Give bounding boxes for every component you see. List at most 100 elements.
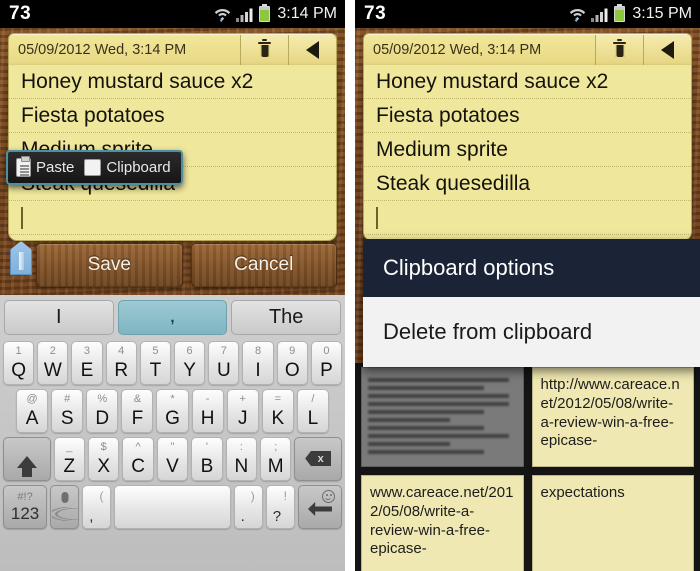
key-y[interactable]: 6Y	[174, 341, 206, 385]
key-sup: 1	[15, 345, 22, 357]
key-sup: 8	[254, 345, 262, 357]
enter-icon	[307, 502, 332, 516]
voice-input-key[interactable]	[50, 485, 80, 529]
backspace-key[interactable]: x	[294, 437, 342, 481]
key-label: Z	[63, 456, 76, 477]
symbols-key-label: 123	[10, 503, 40, 523]
dialog-title: Clipboard options	[363, 239, 700, 297]
back-button[interactable]	[643, 34, 691, 65]
period-key[interactable]: ) .	[233, 485, 263, 529]
key-b[interactable]: ' B	[191, 437, 223, 481]
key-p[interactable]: 0P	[310, 341, 343, 385]
key-d[interactable]: % D	[86, 389, 119, 433]
question-key[interactable]: ! ?	[265, 485, 295, 529]
key-g[interactable]: * G	[156, 389, 189, 433]
key-x[interactable]: $ X	[87, 437, 120, 481]
note-line: Honey mustard sauce x2	[364, 65, 691, 99]
enter-key[interactable]	[297, 485, 343, 529]
key-s[interactable]: # S	[51, 389, 84, 433]
key-label: V	[166, 456, 179, 477]
key-label: R	[114, 360, 129, 381]
back-arrow-icon	[661, 40, 674, 59]
note-body[interactable]: Honey mustard sauce x2 Fiesta potatoes M…	[363, 65, 692, 241]
clipboard-items-grid[interactable]: http://www.careace.net/2012/05/08/write-…	[355, 363, 700, 571]
key-o[interactable]: 9O	[276, 341, 308, 385]
key-t[interactable]: 5T	[139, 341, 171, 385]
key-n[interactable]: :N	[225, 437, 258, 481]
clipboard-options-dialog[interactable]: Clipboard options Delete from clipboard	[363, 239, 700, 367]
key-e[interactable]: 3E	[71, 341, 103, 385]
status-bar-label: 73	[364, 3, 387, 24]
save-button[interactable]: Save	[36, 243, 183, 287]
shift-key[interactable]	[3, 437, 51, 481]
key-sup: (	[99, 489, 104, 503]
cancel-label: Cancel	[234, 254, 294, 275]
suggestion-item[interactable]: I	[4, 300, 114, 335]
key-j[interactable]: + J	[226, 389, 259, 433]
symbols-key[interactable]: #!? 123	[3, 485, 48, 529]
panel-divider	[345, 0, 355, 571]
clipboard-item-text[interactable]: http://www.careace.net/2012/05/08/write-…	[531, 367, 694, 467]
key-f[interactable]: & F	[121, 389, 154, 433]
key-h[interactable]: -H	[191, 389, 224, 433]
blur-line	[368, 442, 450, 446]
key-a[interactable]: @ A	[16, 389, 49, 433]
key-w[interactable]: 2W	[37, 341, 69, 385]
key-v[interactable]: " V	[156, 437, 189, 481]
suggestion-bar[interactable]: I , The	[2, 298, 343, 339]
note-line: Fiesta potatoes	[9, 99, 336, 133]
comma-key[interactable]: ( ,	[82, 485, 112, 529]
blur-line	[368, 378, 510, 382]
paste-menu-item[interactable]: Paste	[16, 156, 74, 177]
key-label: W	[43, 360, 62, 381]
key-sup: +	[239, 393, 246, 405]
suggestion-item-selected[interactable]: ,	[117, 300, 228, 335]
key-u[interactable]: 7U	[208, 341, 240, 385]
key-sup: 9	[289, 345, 296, 357]
suggestion-item[interactable]: The	[231, 300, 342, 335]
key-label: O	[284, 360, 300, 381]
key-l[interactable]: / L	[296, 389, 329, 433]
space-key[interactable]	[114, 485, 231, 529]
key-m[interactable]: ; M	[260, 437, 292, 481]
key-r[interactable]: 4R	[105, 341, 137, 385]
key-sup: $	[100, 441, 107, 453]
note-line-text: Steak quesedilla	[376, 171, 531, 195]
delete-note-button[interactable]	[240, 34, 288, 65]
delete-note-button[interactable]	[595, 34, 643, 65]
paste-clipboard-popup[interactable]: Paste Clipboard	[6, 150, 183, 185]
cancel-button[interactable]: Cancel	[190, 243, 337, 287]
suggestion-label: ,	[170, 309, 175, 326]
clipboard-item-image[interactable]	[361, 367, 524, 467]
wifi-icon	[570, 8, 586, 22]
key-k[interactable]: = K	[261, 389, 294, 433]
note-line-text: Fiesta potatoes	[376, 103, 520, 127]
key-label: X	[97, 456, 111, 477]
onscreen-keyboard[interactable]: I , The 1Q 2W 3E 4R 5T 6Y 7U 8I 9O 0P @ …	[0, 295, 345, 571]
key-label: I	[255, 360, 261, 381]
key-sup: '	[205, 441, 208, 453]
back-button[interactable]	[288, 34, 336, 65]
key-q[interactable]: 1Q	[2, 341, 35, 385]
dialog-option-delete[interactable]: Delete from clipboard	[363, 297, 700, 367]
clipboard-item-text[interactable]: www.careace.net/2012/05/08/write-a-revie…	[361, 475, 524, 571]
key-i[interactable]: 8I	[242, 341, 274, 385]
key-sup: )	[250, 489, 255, 503]
signal-bars-icon	[236, 8, 253, 22]
clipboard-item-text[interactable]: expectations	[531, 475, 694, 571]
note-line-caret	[9, 201, 336, 235]
clipboard-menu-item[interactable]: Clipboard	[84, 159, 171, 176]
backspace-icon: x	[305, 451, 332, 466]
key-label: S	[60, 408, 74, 429]
note-action-bar: Save Cancel	[36, 243, 337, 287]
key-sup: /	[311, 393, 315, 405]
blur-line	[368, 418, 450, 422]
key-c[interactable]: ^ C	[122, 437, 154, 481]
trash-icon	[258, 38, 271, 58]
key-z[interactable]: _ Z	[53, 437, 85, 481]
key-sup: 0	[323, 345, 330, 357]
key-label: H	[200, 408, 215, 429]
key-label: M	[267, 456, 284, 477]
note-line-caret	[364, 201, 691, 235]
signal-bars-icon	[591, 8, 608, 22]
